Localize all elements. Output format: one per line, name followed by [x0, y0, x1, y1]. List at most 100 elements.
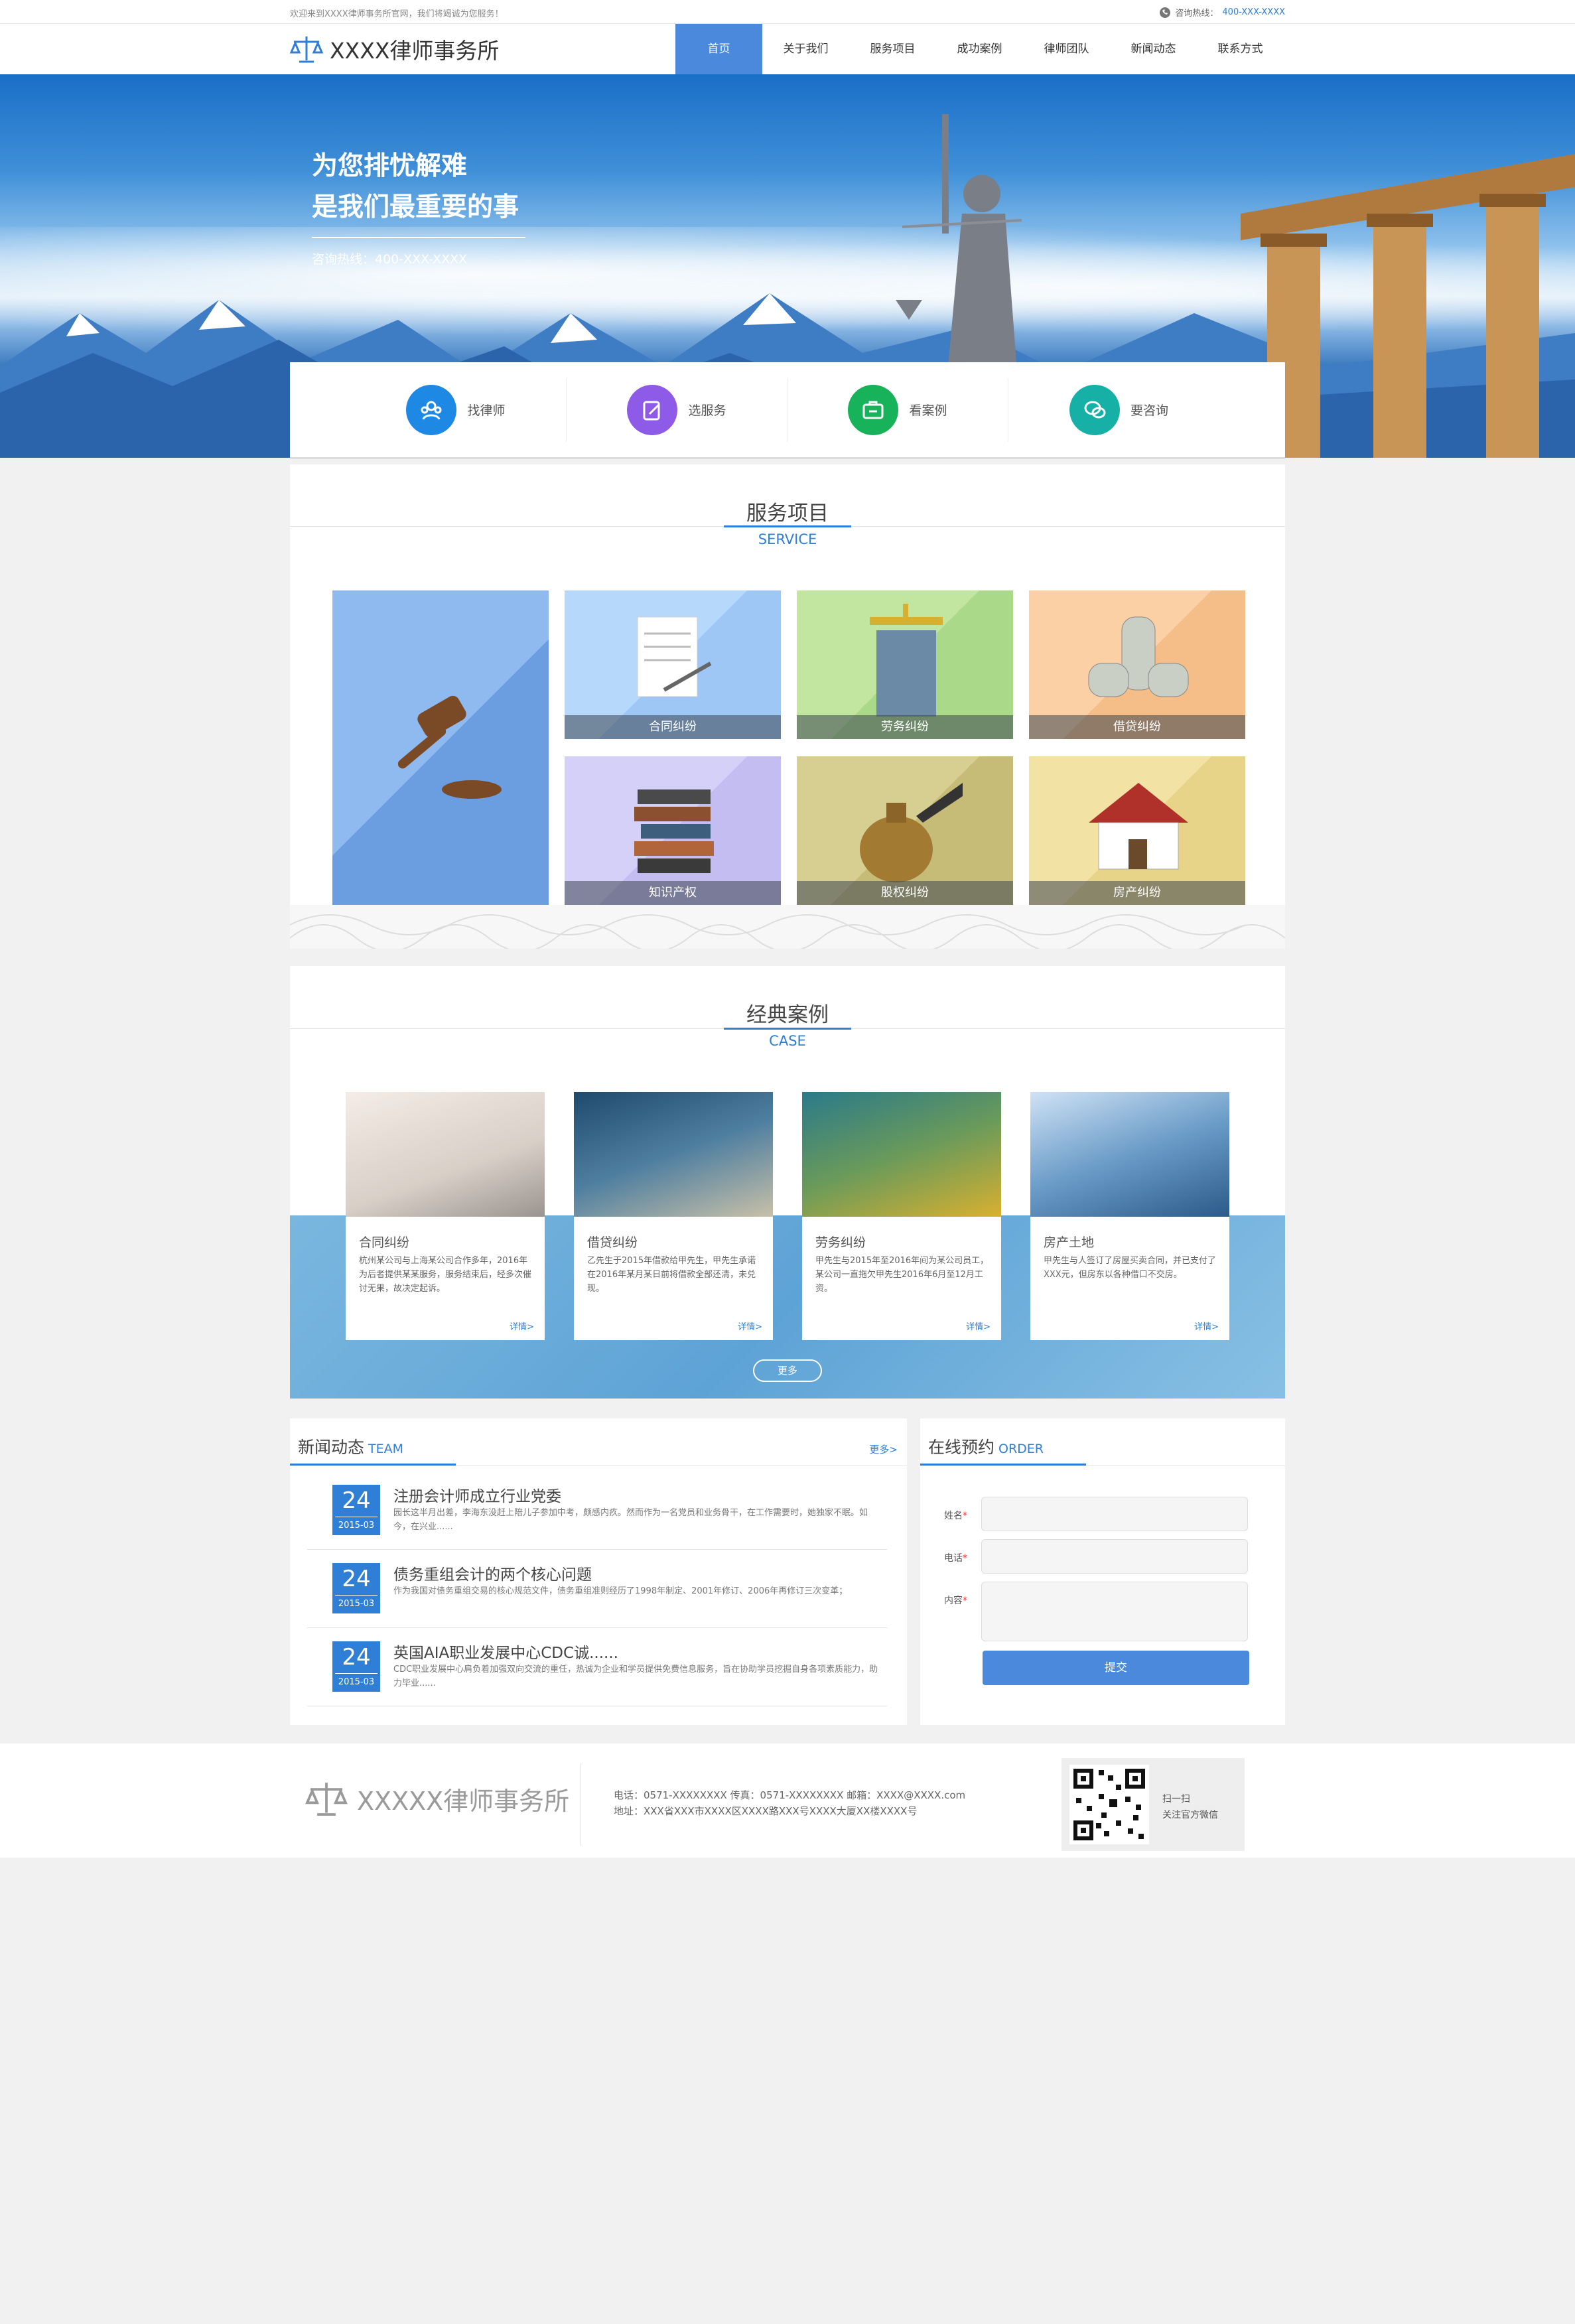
news-item[interactable]: 24 2015-03 债务重组会计的两个核心问题 作为我国对债务重组交易的核心规范…	[307, 1554, 887, 1628]
nav-cases[interactable]: 成功案例	[936, 24, 1023, 74]
case-desc: 杭州某公司与上海某公司合作多年，2016年为后者提供某某服务，服务结束后，经多次…	[359, 1256, 532, 1294]
case-image-skyscrapers	[1030, 1092, 1229, 1217]
cases-more-button[interactable]: 更多	[753, 1359, 822, 1382]
footer-address-line: 地址：XXX省XXX市XXXX区XXXX路XXX号XXXX大厦XX楼XXXX号	[614, 1805, 918, 1817]
quick-find-lawyer[interactable]: 找律师	[346, 377, 567, 442]
section-rule-accent	[724, 525, 851, 527]
service-label: 劳务纠纷	[797, 715, 1013, 739]
service-feature-tile[interactable]	[332, 590, 549, 905]
columns-image	[1241, 154, 1575, 458]
nav-about[interactable]: 关于我们	[762, 24, 849, 74]
case-image-factory	[802, 1092, 1001, 1217]
news-item[interactable]: 24 2015-03 注册会计师成立行业党委 园长这半月出差，李海东没赶上陪儿子参…	[307, 1475, 887, 1550]
scales-icon	[305, 1783, 348, 1816]
case-detail-link[interactable]: 详情>	[966, 1320, 991, 1332]
banner-headline: 为您排忧解难 是我们最重要的事	[312, 146, 519, 228]
service-tile-ip[interactable]: 知识产权	[565, 756, 781, 905]
service-tile-contract[interactable]: 合同纠纷	[565, 590, 781, 739]
news-yearmonth: 2015-03	[338, 1677, 375, 1687]
quick-view-cases[interactable]: 看案例	[788, 377, 1008, 442]
case-title: 借贷纠纷	[587, 1235, 638, 1250]
content-label: 内容*	[944, 1596, 967, 1606]
news-title[interactable]: 债务重组会计的两个核心问题	[393, 1562, 592, 1584]
banner-line-2: 是我们最重要的事	[312, 192, 519, 222]
news-day: 24	[335, 1641, 377, 1674]
cases-title: 经典案例	[746, 1003, 829, 1027]
quick-consult[interactable]: 要咨询	[1008, 378, 1229, 442]
news-title[interactable]: 英国AIA职业发展中心CDC诚......	[393, 1640, 618, 1663]
pen-icon	[627, 384, 678, 435]
welcome-text: 欢迎来到XXXX律师事务所官网，我们将竭诚为您服务！	[290, 9, 504, 19]
qr-code-icon	[1069, 1765, 1149, 1844]
service-label: 股权纠纷	[797, 881, 1013, 905]
money-roll-icon	[1088, 616, 1189, 697]
service-tile-loan[interactable]: 借贷纠纷	[1029, 590, 1245, 739]
logo-text: XXXX律师事务所	[330, 38, 500, 64]
services-heading: 服务项目 SERVICE	[290, 496, 1285, 547]
case-detail-link[interactable]: 详情>	[510, 1320, 534, 1332]
nav-team[interactable]: 律师团队	[1023, 24, 1110, 74]
case-card[interactable]: 借贷纠纷 乙先生于2015年借款给甲先生，甲先生承诺在2016年某月某日前将借款…	[574, 1092, 773, 1340]
phone-icon	[1160, 7, 1171, 18]
nav-home[interactable]: 首页	[675, 24, 762, 74]
news-item[interactable]: 24 2015-03 英国AIA职业发展中心CDC诚...... CDC职业发展中…	[307, 1632, 887, 1706]
quick-choose-service[interactable]: 选服务	[567, 377, 788, 442]
news-desc: 作为我国对债务重组交易的核心规范文件，债务重组准则经历了1998年制定、2001…	[393, 1586, 848, 1596]
pattern-decoration	[290, 905, 1285, 949]
service-tile-equity[interactable]: 股权纠纷	[797, 756, 1013, 905]
news-day: 24	[335, 1485, 377, 1517]
case-desc: 甲先生与2015年至2016年间为某公司员工，某公司一直拖欠甲先生2016年6月…	[815, 1256, 989, 1294]
news-more-link[interactable]: 更多>	[869, 1442, 898, 1456]
service-label: 借贷纠纷	[1029, 715, 1245, 739]
banner-line-1: 为您排忧解难	[312, 151, 468, 181]
service-tile-labor[interactable]: 劳务纠纷	[797, 590, 1013, 739]
main-nav: 首页 关于我们 服务项目 成功案例 律师团队 新闻动态 联系方式	[675, 24, 1284, 74]
service-tile-property[interactable]: 房产纠纷	[1029, 756, 1245, 905]
news-date: 24 2015-03	[332, 1563, 380, 1613]
header: XXXX律师事务所 首页 关于我们 服务项目 成功案例 律师团队 新闻动态 联系…	[0, 24, 1575, 74]
services-title: 服务项目	[746, 502, 829, 525]
case-card[interactable]: 房产土地 甲先生与人签订了房屋买卖合同，并已支付了XXX元，但房东以各种借口不交…	[1030, 1092, 1229, 1340]
quick-label: 看案例	[909, 403, 947, 418]
footer: XXXXX律师事务所 电话：0571-XXXXXXXX 传真：0571-XXXX…	[0, 1743, 1575, 1858]
section-rule-accent	[724, 1028, 851, 1030]
site-logo[interactable]: XXXX律师事务所	[290, 33, 499, 65]
case-image-laptop	[346, 1092, 545, 1217]
content-textarea[interactable]	[981, 1582, 1248, 1641]
case-card[interactable]: 合同纠纷 杭州某公司与上海某公司合作多年，2016年为后者提供某某服务，服务结束…	[346, 1092, 545, 1340]
case-detail-link[interactable]: 详情>	[1194, 1320, 1219, 1332]
case-detail-link[interactable]: 详情>	[738, 1320, 762, 1332]
case-desc: 甲先生与人签订了房屋买卖合同，并已支付了XXX元，但房东以各种借口不交房。	[1044, 1256, 1217, 1280]
quick-label: 找律师	[467, 403, 506, 418]
case-title: 劳务纠纷	[815, 1235, 866, 1250]
top-hotline: 咨询热线： 400-XXX-XXXX	[1159, 6, 1285, 19]
services-section: 服务项目 SERVICE 合同纠纷 劳务纠纷 借贷纠纷 知识产权 股权纠纷 房产…	[290, 464, 1285, 949]
footer-logo-text: XXXXX律师事务所	[357, 1786, 570, 1816]
nav-contact[interactable]: 联系方式	[1197, 24, 1284, 74]
footer-logo: XXXXX律师事务所	[305, 1779, 569, 1818]
case-title: 合同纠纷	[359, 1235, 410, 1250]
service-label: 合同纠纷	[565, 715, 781, 739]
news-underline	[290, 1464, 456, 1466]
footer-contact-line: 电话：0571-XXXXXXXX 传真：0571-XXXXXXXX 邮箱：XXX…	[614, 1789, 966, 1801]
scales-icon	[290, 36, 323, 63]
nav-news[interactable]: 新闻动态	[1110, 24, 1197, 74]
order-heading: 在线预约 ORDER	[928, 1434, 1044, 1458]
phone-row: 电话*	[944, 1539, 1248, 1574]
name-label: 姓名*	[944, 1511, 967, 1521]
nav-services[interactable]: 服务项目	[849, 24, 936, 74]
name-input[interactable]	[981, 1497, 1248, 1531]
case-card[interactable]: 劳务纠纷 甲先生与2015年至2016年间为某公司员工，某公司一直拖欠甲先生20…	[802, 1092, 1001, 1340]
news-title: 新闻动态	[298, 1438, 365, 1457]
qr-line-2: 关注官方微信	[1162, 1810, 1218, 1820]
phone-input[interactable]	[981, 1539, 1248, 1574]
quick-label: 选服务	[688, 403, 726, 418]
news-yearmonth: 2015-03	[338, 1599, 375, 1609]
order-underline	[920, 1464, 1086, 1466]
submit-button[interactable]: 提交	[983, 1651, 1249, 1685]
order-header: 在线预约 ORDER	[920, 1418, 1285, 1466]
money-bag-icon	[860, 783, 963, 882]
cases-heading: 经典案例 CASE	[290, 998, 1285, 1049]
news-day: 24	[335, 1563, 377, 1596]
news-title[interactable]: 注册会计师成立行业党委	[393, 1483, 561, 1506]
